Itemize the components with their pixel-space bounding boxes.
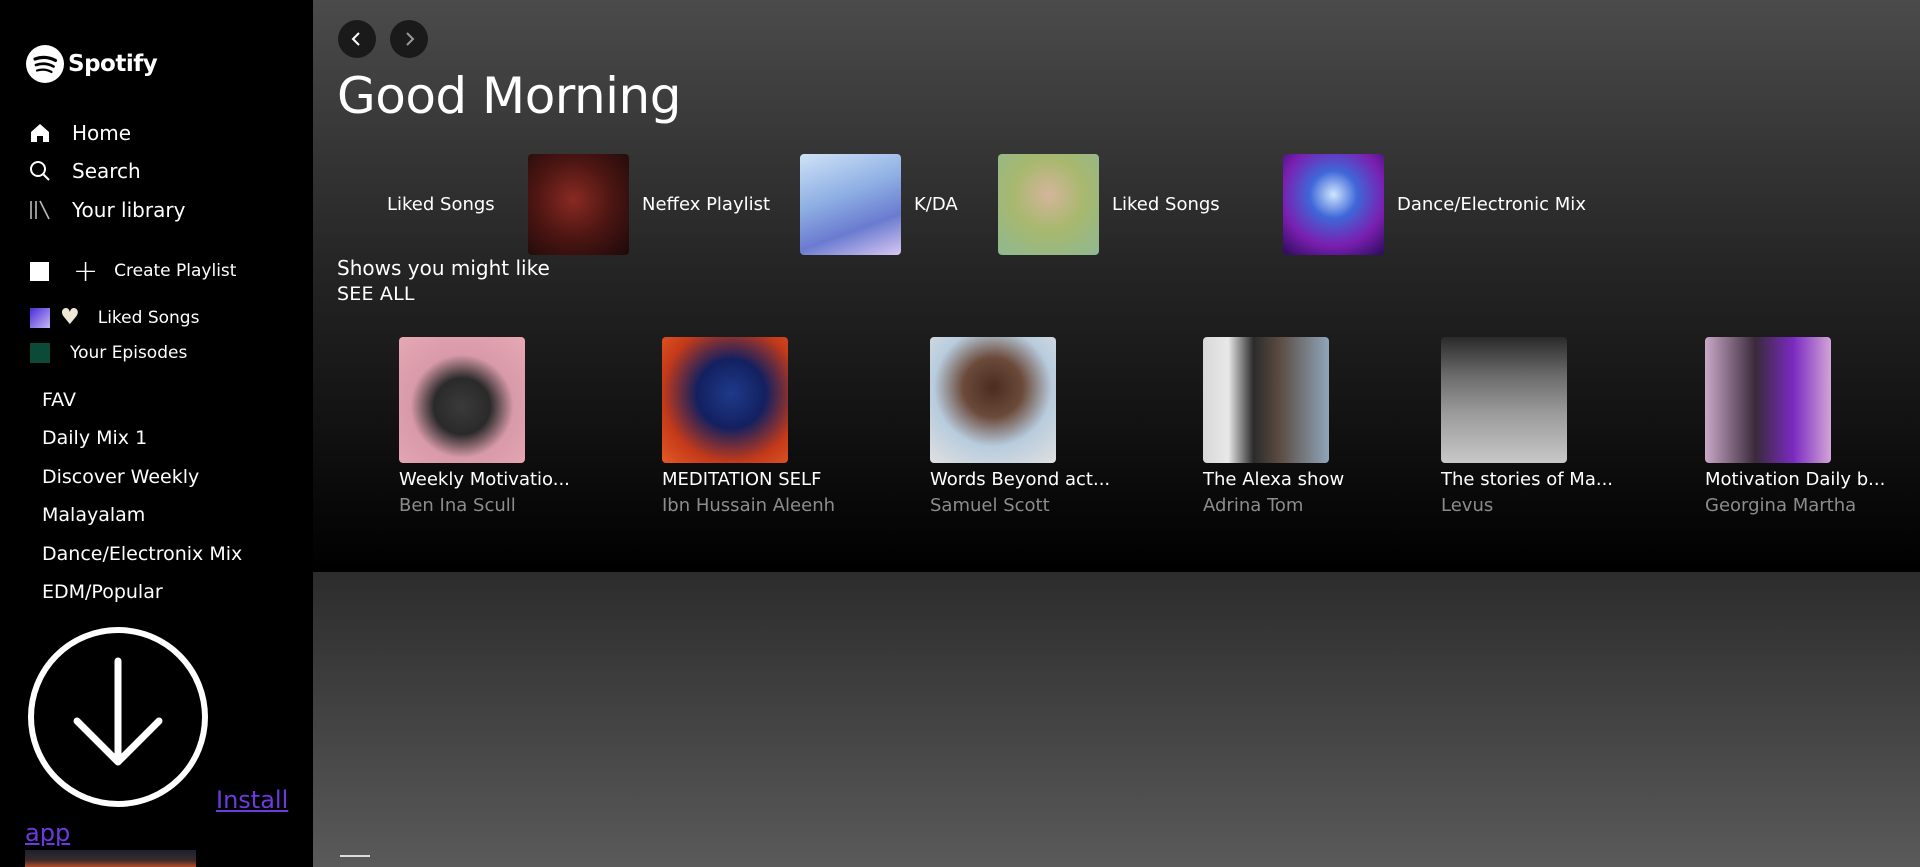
show-author: Ben Ina Scull <box>399 495 516 516</box>
quick-pick-liked-songs-2[interactable]: Liked Songs <box>998 154 1220 255</box>
show-title: Weekly Motivatio... <box>399 469 570 490</box>
show-title: The Alexa show <box>1203 469 1345 490</box>
install-app-link[interactable]: Install <box>216 786 288 814</box>
player-progress-mark <box>340 855 370 857</box>
liked-songs-gradient-icon <box>30 308 50 328</box>
download-icon[interactable] <box>27 626 209 808</box>
see-all-link[interactable]: SEE ALL <box>337 283 415 305</box>
show-title: Motivation Daily b... <box>1705 469 1886 490</box>
section-title: Shows you might like <box>337 256 550 280</box>
sidebar-playlist-item[interactable]: FAV <box>42 389 76 411</box>
create-playlist-label: Create Playlist <box>114 261 237 281</box>
show-author: Adrina Tom <box>1203 495 1304 516</box>
show-art <box>662 337 788 463</box>
show-author: Levus <box>1441 495 1494 516</box>
spotify-logo-icon <box>26 45 64 83</box>
home-icon <box>31 124 49 142</box>
show-card[interactable]: Motivation Daily b... Georgina Martha <box>1705 337 1895 516</box>
sidebar-playlist-item[interactable]: Daily Mix 1 <box>42 427 147 449</box>
chevron-left-icon <box>351 32 360 46</box>
quick-pick-kda[interactable]: K/DA <box>800 154 958 255</box>
sidebar: Spotify Home Search Your library + Creat… <box>0 0 313 867</box>
quick-pick-label: Neffex Playlist <box>642 194 771 215</box>
show-title: The stories of Ma... <box>1441 469 1614 490</box>
your-episodes-label: Your Episodes <box>70 343 188 363</box>
library-icon <box>30 200 50 220</box>
show-title: MEDITATION SELF <box>662 469 822 490</box>
show-author: Georgina Martha <box>1705 495 1857 516</box>
dance-electronic-art <box>1283 154 1384 255</box>
spotify-wordmark: Spotify <box>68 51 158 77</box>
bottom-panel <box>313 572 1920 867</box>
forward-button[interactable] <box>390 20 428 58</box>
install-app-link-continued[interactable]: app <box>25 819 70 847</box>
quick-pick-neffex[interactable]: Neffex Playlist <box>528 154 770 255</box>
nav-search-label: Search <box>72 159 141 183</box>
liked-songs-label: Liked Songs <box>97 308 200 328</box>
nav-home-label: Home <box>72 121 132 145</box>
episodes-icon <box>30 343 50 363</box>
show-author: Samuel Scott <box>930 495 1050 516</box>
quick-pick-label: Liked Songs <box>1112 194 1220 215</box>
show-card[interactable]: Words Beyond act... Samuel Scott <box>930 337 1120 516</box>
plus-icon: + <box>73 253 99 289</box>
page-title: Good Morning <box>337 67 681 125</box>
nav-library-label: Your library <box>72 198 186 222</box>
show-art <box>399 337 525 463</box>
sidebar-playlist-item[interactable]: EDM/Popular <box>42 581 163 603</box>
liked-songs-art <box>998 154 1099 255</box>
quick-pick-label: Dance/Electronic Mix <box>1397 194 1586 215</box>
nav-search[interactable]: Search <box>28 159 141 183</box>
nav-home[interactable]: Home <box>28 121 131 145</box>
show-author: Ibn Hussain Aleenh <box>662 495 836 516</box>
show-art <box>930 337 1056 463</box>
spotify-logo[interactable]: Spotify <box>26 45 158 83</box>
create-playlist-square-icon <box>30 261 49 281</box>
neffex-playlist-art <box>528 154 629 255</box>
create-playlist-button[interactable]: + Create Playlist <box>30 253 237 289</box>
main-content: Good Morning Liked Songs Neffex Playlist… <box>313 0 1920 572</box>
show-art <box>1441 337 1567 463</box>
quick-pick-liked-songs[interactable]: Liked Songs <box>387 154 495 255</box>
show-card[interactable]: The stories of Ma... Levus <box>1441 337 1631 516</box>
now-playing-thumbnail <box>25 850 196 867</box>
back-button[interactable] <box>338 20 376 58</box>
sidebar-playlist-item[interactable]: Discover Weekly <box>42 466 199 488</box>
show-title: Words Beyond act... <box>930 469 1111 490</box>
search-icon <box>30 161 50 181</box>
show-card[interactable]: The Alexa show Adrina Tom <box>1203 337 1393 516</box>
heart-icon: ♥ <box>60 305 80 330</box>
kda-art <box>800 154 901 255</box>
quick-pick-label: Liked Songs <box>387 194 495 215</box>
sidebar-playlist-item[interactable]: Dance/Electronix Mix <box>42 543 242 565</box>
chevron-right-icon <box>406 32 415 46</box>
show-card[interactable]: MEDITATION SELF Ibn Hussain Aleenh <box>662 337 852 516</box>
nav-library[interactable]: Your library <box>28 198 185 222</box>
show-art <box>1203 337 1329 463</box>
show-card[interactable]: Weekly Motivatio... Ben Ina Scull <box>399 337 589 516</box>
quick-pick-dance-electronic[interactable]: Dance/Electronic Mix <box>1283 154 1586 255</box>
show-art <box>1705 337 1831 463</box>
sidebar-playlist-item[interactable]: Malayalam <box>42 504 145 526</box>
quick-pick-label: K/DA <box>914 194 958 215</box>
liked-songs-link[interactable]: ♥ Liked Songs <box>30 305 200 330</box>
your-episodes-link[interactable]: Your Episodes <box>30 343 187 363</box>
